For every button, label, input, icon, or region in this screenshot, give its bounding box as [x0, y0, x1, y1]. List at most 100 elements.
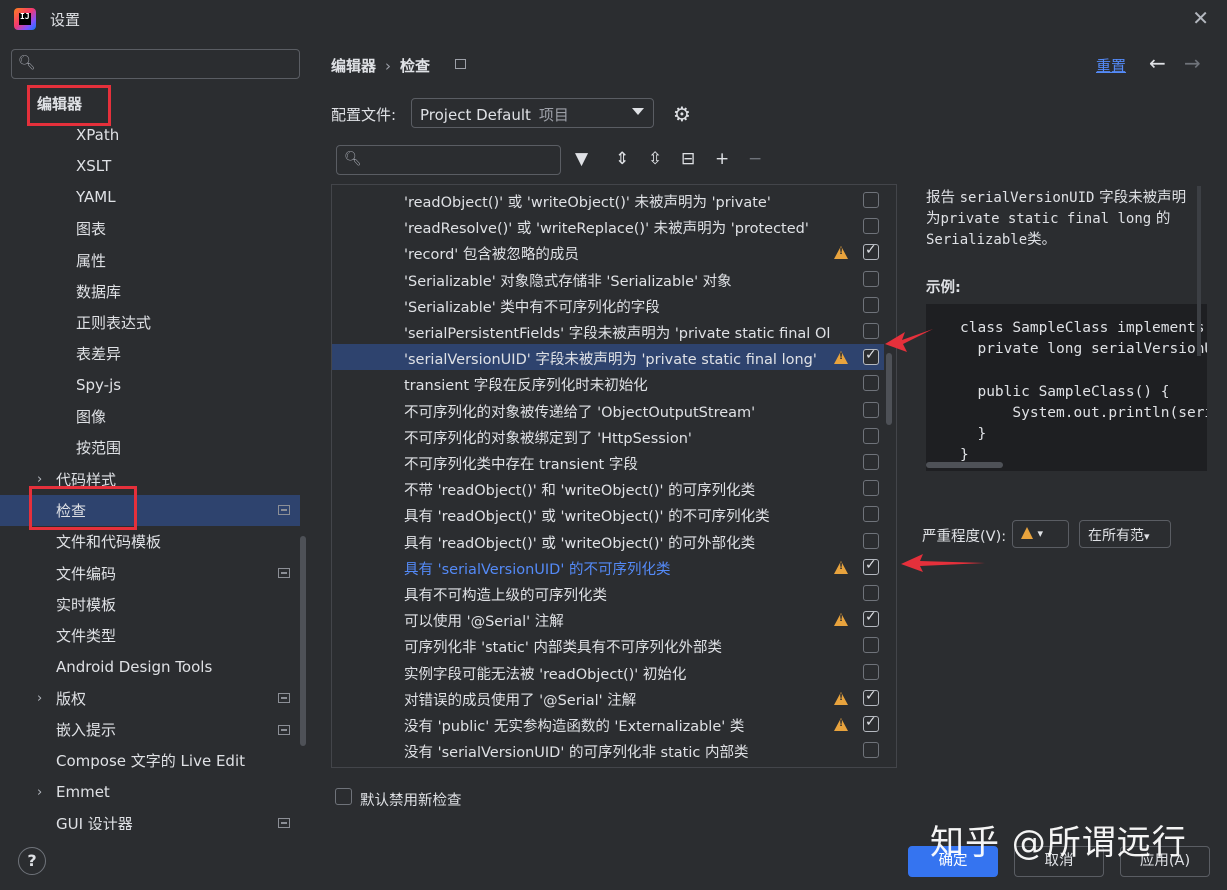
code-line: }: [960, 426, 987, 442]
inspection-checkbox[interactable]: [863, 401, 879, 418]
close-icon[interactable]: ✕: [1192, 6, 1209, 30]
sidebar-item[interactable]: 正则表达式: [0, 307, 300, 338]
chevron-right-icon[interactable]: ›: [37, 691, 42, 706]
inspection-checkbox[interactable]: [863, 688, 879, 706]
chevron-right-icon[interactable]: ›: [37, 785, 42, 800]
inspection-checkbox[interactable]: [863, 480, 879, 497]
inspection-row[interactable]: 'serialPersistentFields' 字段未被声明为 'privat…: [332, 318, 884, 344]
inspection-checkbox[interactable]: [863, 609, 879, 628]
project-scope-icon: [278, 693, 290, 704]
inspection-checkbox[interactable]: [863, 532, 879, 549]
inspection-checkbox[interactable]: [863, 506, 879, 523]
scope-dropdown[interactable]: 在所有范▾: [1079, 520, 1171, 548]
inspection-description: 报告 serialVersionUID 字段未被声明 为private stat…: [926, 188, 1201, 251]
title-bar: IJ 设置 ✕: [0, 0, 1227, 36]
sidebar-search-input[interactable]: 🔍︎: [11, 49, 300, 79]
disable-new-inspections-checkbox[interactable]: [335, 788, 352, 805]
inspection-row[interactable]: 实例字段可能无法被 'readObject()' 初始化: [332, 659, 884, 685]
inspection-row[interactable]: 不可序列化类中存在 transient 字段: [332, 449, 884, 475]
inspection-checkbox[interactable]: [863, 375, 879, 392]
inspection-checkbox[interactable]: [863, 296, 879, 313]
sidebar-item[interactable]: 图表: [0, 213, 300, 244]
breadcrumb-editor[interactable]: 编辑器: [331, 57, 376, 75]
inspection-checkbox[interactable]: [863, 218, 879, 235]
sidebar-item[interactable]: 数据库: [0, 276, 300, 307]
collapse-all-icon[interactable]: ⇳: [648, 149, 662, 169]
reset-to-default-icon[interactable]: ⊟: [681, 149, 695, 169]
inspection-row[interactable]: 'Serializable' 对象隐式存储非 'Serializable' 对象: [332, 266, 884, 292]
inspection-row[interactable]: 可以使用 '@Serial' 注解: [332, 606, 884, 632]
inspection-checkbox[interactable]: [863, 323, 879, 339]
inspection-row[interactable]: 具有 'readObject()' 或 'writeObject()' 的可外部…: [332, 528, 884, 554]
inspection-row[interactable]: transient 字段在反序列化时未初始化: [332, 370, 884, 396]
sidebar-item[interactable]: 属性: [0, 245, 300, 276]
severity-dropdown[interactable]: ▾: [1012, 520, 1069, 548]
inspection-checkbox[interactable]: [863, 427, 879, 444]
code-line: System.out.println(serialVersionUID);: [1012, 404, 1207, 421]
inspection-search-input[interactable]: 🔍︎: [336, 145, 561, 175]
sidebar-item[interactable]: 按范围: [0, 432, 300, 463]
inspection-row[interactable]: 可序列化非 'static' 内部类具有不可序列化外部类: [332, 632, 884, 658]
sidebar-item[interactable]: YAML: [0, 182, 300, 213]
warning-icon: [834, 351, 848, 365]
sidebar-item[interactable]: 嵌入提示: [0, 714, 300, 745]
sidebar-item[interactable]: 文件和代码模板: [0, 526, 300, 557]
sidebar-item[interactable]: Compose 文字的 Live Edit: [0, 745, 300, 776]
chevron-right-icon[interactable]: ›: [37, 472, 42, 487]
sidebar-item[interactable]: › 版权: [0, 683, 300, 714]
sidebar-scrollbar[interactable]: [300, 536, 306, 746]
sidebar-item[interactable]: › Emmet: [0, 777, 300, 808]
inspection-label: 'readResolve()' 或 'writeReplace()' 未被声明为…: [404, 221, 809, 238]
inspection-row[interactable]: 没有 'serialVersionUID' 的可序列化非 static 内部类: [332, 737, 884, 763]
inspection-row[interactable]: 没有 'public' 无实参构造函数的 'Externalizable' 类: [332, 711, 884, 737]
help-button[interactable]: ?: [18, 847, 46, 875]
inspection-row[interactable]: 不可序列化的对象被传递给了 'ObjectOutputStream': [332, 397, 884, 423]
inspection-checkbox[interactable]: [863, 347, 879, 366]
sidebar-item[interactable]: 图像: [0, 401, 300, 432]
inspection-checkbox[interactable]: [863, 637, 879, 654]
forward-arrow-icon[interactable]: →: [1184, 51, 1201, 75]
inspection-row[interactable]: 不可序列化的对象被绑定到了 'HttpSession': [332, 423, 884, 449]
desc-text: 的: [1155, 211, 1171, 227]
sidebar-item[interactable]: 文件类型: [0, 620, 300, 651]
inspection-row[interactable]: 'readObject()' 或 'writeObject()' 未被声明为 '…: [332, 187, 884, 213]
inspection-checkbox[interactable]: [863, 557, 879, 575]
inspection-checkbox[interactable]: [863, 454, 879, 470]
severity-label: 严重程度(V):: [922, 529, 1007, 545]
inspection-row[interactable]: 具有 'readObject()' 或 'writeObject()' 的不可序…: [332, 501, 884, 527]
inspection-row[interactable]: 'readResolve()' 或 'writeReplace()' 未被声明为…: [332, 213, 884, 239]
annotation-box-editor: [27, 85, 111, 126]
sidebar-item[interactable]: Android Design Tools: [0, 651, 300, 682]
inspection-checkbox[interactable]: [863, 663, 879, 680]
reset-link[interactable]: 重置: [1096, 55, 1126, 76]
sidebar-item-label: 表差异: [76, 345, 122, 364]
filter-icon[interactable]: ▼: [575, 149, 588, 169]
inspection-row[interactable]: 具有 'serialVersionUID' 的不可序列化类: [332, 554, 884, 580]
inspection-checkbox[interactable]: [863, 585, 879, 601]
sidebar-item[interactable]: 实时模板: [0, 589, 300, 620]
inspection-row[interactable]: 具有不可构造上级的可序列化类: [332, 580, 884, 606]
warning-icon: [834, 691, 848, 705]
gear-icon[interactable]: ⚙: [673, 102, 691, 126]
inspection-checkbox[interactable]: [863, 192, 879, 208]
profile-select[interactable]: Project Default 项目: [411, 98, 654, 128]
sidebar-item[interactable]: Spy-js: [0, 370, 300, 401]
remove-icon: −: [748, 149, 763, 169]
back-arrow-icon[interactable]: ←: [1149, 51, 1166, 75]
inspection-checkbox[interactable]: [863, 242, 879, 261]
inspection-checkbox[interactable]: [863, 714, 879, 732]
inspection-row[interactable]: 'serialVersionUID' 字段未被声明为 'private stat…: [332, 344, 884, 371]
sidebar-item[interactable]: 文件编码: [0, 558, 300, 589]
inspection-row[interactable]: 不带 'readObject()' 和 'writeObject()' 的可序列…: [332, 475, 884, 501]
inspection-row[interactable]: 'record' 包含被忽略的成员: [332, 239, 884, 265]
inspection-row[interactable]: 对错误的成员使用了 '@Serial' 注解: [332, 685, 884, 711]
sidebar-item[interactable]: 表差异: [0, 338, 300, 369]
inspection-checkbox[interactable]: [863, 742, 879, 759]
description-scrollbar[interactable]: [1197, 186, 1201, 356]
sidebar-item[interactable]: XSLT: [0, 151, 300, 182]
list-scrollbar[interactable]: [886, 353, 892, 425]
expand-all-icon[interactable]: ⇕: [615, 149, 629, 169]
inspection-checkbox[interactable]: [863, 270, 879, 287]
inspection-row[interactable]: 'Serializable' 类中有不可序列化的字段: [332, 292, 884, 318]
add-icon[interactable]: +: [715, 149, 729, 169]
